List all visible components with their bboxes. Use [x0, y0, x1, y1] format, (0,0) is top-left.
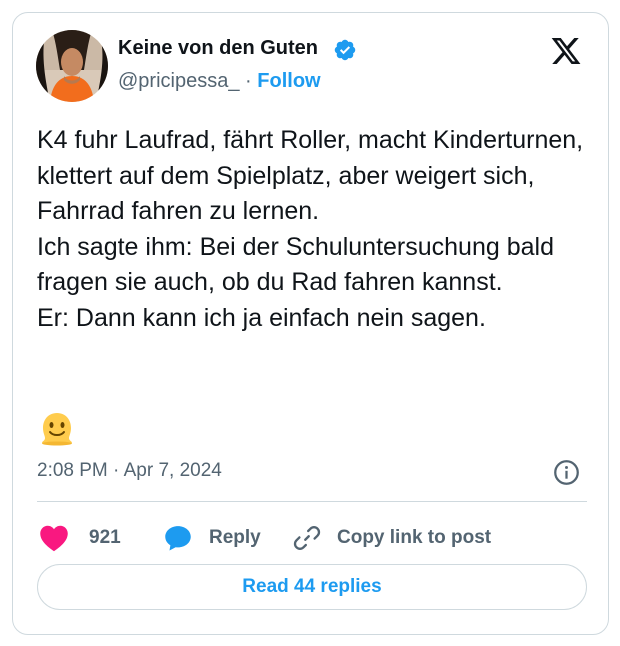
info-icon[interactable]: [553, 459, 580, 486]
author-display-name[interactable]: Keine von den Guten: [118, 37, 318, 60]
reply-bubble-icon: [165, 526, 191, 551]
follow-button[interactable]: Follow: [257, 70, 320, 92]
divider: [37, 501, 587, 502]
tweet-card: Keine von den Guten @pricipessa_ · Follo…: [12, 12, 609, 635]
read-replies-button[interactable]: Read 44 replies: [37, 564, 587, 610]
tweet-timestamp[interactable]: 2:08 PM · Apr 7, 2024: [37, 460, 222, 482]
separator: ·: [245, 70, 252, 92]
melting-face-emoji: [42, 413, 72, 446]
handle-row: @pricipessa_ · Follow: [118, 70, 321, 93]
reply-label: Reply: [209, 527, 261, 548]
verified-badge-icon: [334, 39, 356, 61]
like-count: 921: [89, 527, 121, 548]
tweet-text: K4 fuhr Laufrad, fährt Roller, macht Kin…: [37, 126, 584, 332]
heart-icon: [40, 525, 68, 552]
link-icon: [293, 526, 321, 550]
author-handle[interactable]: @pricipessa_: [118, 70, 239, 92]
avatar[interactable]: [36, 30, 108, 102]
x-logo-icon[interactable]: [549, 35, 583, 67]
copy-link-button[interactable]: Copy link to post: [293, 518, 491, 558]
copy-link-label: Copy link to post: [337, 527, 492, 548]
reply-button[interactable]: Reply: [163, 518, 261, 558]
like-button[interactable]: 921: [39, 518, 121, 558]
